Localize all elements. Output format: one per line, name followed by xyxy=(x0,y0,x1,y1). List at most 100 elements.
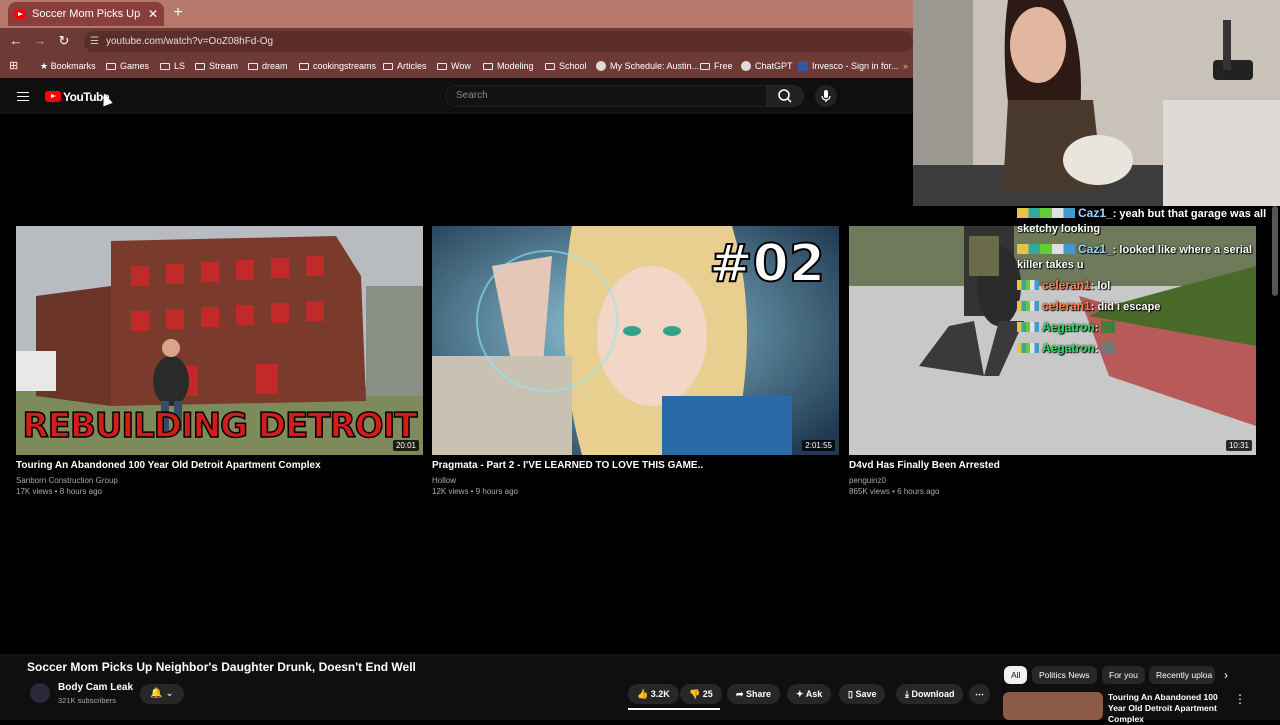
search-icon xyxy=(778,89,792,103)
bookmark-folder[interactable]: cookingstreams xyxy=(299,61,376,71)
channel-avatar[interactable] xyxy=(30,683,50,703)
video-details: Soccer Mom Picks Up Neighbor's Daughter … xyxy=(0,654,1280,724)
bookmark-folder[interactable]: dream xyxy=(248,61,288,71)
like-button[interactable]: 👍 3.2K xyxy=(628,684,679,704)
video-title[interactable]: D4vd Has Finally Been Arrested xyxy=(849,460,1256,471)
endscreen-video-card[interactable]: #02 2:01:55 Pragmata - Part 2 - I'VE LEA… xyxy=(432,226,839,497)
more-bookmarks-icon[interactable]: » xyxy=(903,61,908,71)
more-horizontal-icon: ⋯ xyxy=(975,689,984,699)
dislike-button[interactable]: 👎 25 xyxy=(680,684,722,704)
bookmark-item[interactable]: ★ Bookmarks xyxy=(40,61,96,72)
video-meta: 12K views • 9 hours ago xyxy=(432,487,518,496)
ask-button[interactable]: ✦ Ask xyxy=(787,684,832,704)
subscriber-count: 321K subscribers xyxy=(58,696,116,705)
page-scrollbar[interactable] xyxy=(1272,206,1278,296)
bookmark-folder[interactable]: Wow xyxy=(437,61,471,71)
bookmark-folder[interactable]: Modeling xyxy=(483,61,534,71)
bookmark-item[interactable]: Invesco - Sign in for... xyxy=(798,61,899,71)
menu-icon[interactable] xyxy=(17,92,29,101)
close-tab-icon[interactable]: ✕ xyxy=(148,7,158,21)
folder-icon xyxy=(700,63,710,70)
url-field[interactable]: ☰ youtube.com/watch?v=OoZ08hFd-Og xyxy=(84,31,913,52)
star-icon: ★ xyxy=(40,61,51,71)
folder-icon xyxy=(160,63,170,70)
endscreen-video-card[interactable]: REBUILDING DETROIT 20:01 Touring An Aban… xyxy=(16,226,423,497)
thumbs-up-icon: 👍 xyxy=(637,689,651,699)
chat-message: Caz1_: yeah but that garage was all sket… xyxy=(1017,206,1267,235)
video-thumbnail[interactable]: #02 2:01:55 xyxy=(432,226,839,455)
youtube-favicon-icon xyxy=(14,9,26,19)
video-title[interactable]: Touring An Abandoned 100 Year Old Detroi… xyxy=(16,460,423,471)
more-vertical-icon[interactable]: ⋮ xyxy=(1234,692,1246,706)
save-button[interactable]: ▯ Save xyxy=(839,684,886,704)
search-input[interactable]: Search xyxy=(445,85,767,107)
voice-search-button[interactable] xyxy=(815,85,837,107)
video-title[interactable]: Pragmata - Part 2 - I'VE LEARNED TO LOVE… xyxy=(432,460,839,471)
video-duration: 10:31 xyxy=(1225,440,1252,451)
forward-icon[interactable]: → xyxy=(32,33,48,48)
folder-icon xyxy=(248,63,258,70)
video-thumbnail[interactable]: REBUILDING DETROIT 20:01 xyxy=(16,226,423,455)
video-title: Soccer Mom Picks Up Neighbor's Daughter … xyxy=(27,660,416,674)
bookmark-folder[interactable]: LS xyxy=(160,61,185,71)
bookmark-folder[interactable]: Free xyxy=(700,61,733,71)
webcam-feed-image xyxy=(913,0,1280,206)
chip-politics-news[interactable]: Politics News xyxy=(1032,666,1097,684)
like-ratio-bar xyxy=(628,708,720,710)
new-tab-icon[interactable]: + xyxy=(170,5,186,21)
search-button[interactable] xyxy=(767,85,804,107)
browser-tab-strip: Soccer Mom Picks Up Neighbo ✕ + xyxy=(0,0,913,28)
chip-recently-uploaded[interactable]: Recently uploa xyxy=(1149,666,1215,684)
browser-tab[interactable]: Soccer Mom Picks Up Neighbo ✕ xyxy=(8,2,164,26)
chat-message: Aegatron: xyxy=(1017,320,1280,336)
chat-badges-icon xyxy=(1017,343,1039,353)
reload-icon[interactable]: ↻ xyxy=(56,33,72,49)
video-duration: 2:01:55 xyxy=(802,440,835,451)
channel-name[interactable]: Hollow xyxy=(432,475,839,486)
chat-message: celeran1: did i escape xyxy=(1017,299,1280,315)
bookmark-folder[interactable]: Articles xyxy=(383,61,427,71)
bookmark-item[interactable]: ChatGPT xyxy=(741,61,793,71)
channel-name[interactable]: penguinz0 xyxy=(849,475,1256,486)
chevron-right-icon[interactable]: › xyxy=(1224,668,1228,682)
bookmark-folder[interactable]: School xyxy=(545,61,587,71)
emote-icon xyxy=(1101,342,1116,354)
channel-name[interactable]: Body Cam Leak xyxy=(58,682,133,693)
globe-icon xyxy=(596,61,606,71)
invesco-icon xyxy=(798,61,808,71)
more-actions-button[interactable]: ⋯ xyxy=(969,684,990,704)
bookmark-folder[interactable]: Games xyxy=(106,61,149,71)
youtube-logo-icon[interactable] xyxy=(45,91,61,102)
chip-all[interactable]: All xyxy=(1004,666,1028,684)
youtube-header: YouTube Search xyxy=(0,78,913,114)
bookmark-item[interactable]: My Schedule: Austin... xyxy=(596,61,699,71)
chevron-down-icon: ⌄ xyxy=(165,688,174,699)
site-info-icon[interactable]: ☰ xyxy=(90,31,99,52)
chat-badges-icon xyxy=(1017,280,1039,290)
thumbnail-overlay-text: #02 xyxy=(708,233,826,295)
chat-message: celeran1: lol xyxy=(1017,278,1280,294)
chat-badges-icon xyxy=(1017,244,1075,254)
download-button[interactable]: ⤓ Download xyxy=(896,684,964,704)
sparkle-icon: ✦ xyxy=(796,689,806,699)
bookmark-folder[interactable]: Stream xyxy=(195,61,238,71)
notification-bell-button[interactable]: 🔔 ⌄ xyxy=(140,684,184,704)
stream-chat-overlay: Caz1_: yeah but that garage was all sket… xyxy=(1017,206,1280,386)
up-next-thumbnail[interactable] xyxy=(1003,692,1103,720)
url-text: youtube.com/watch?v=OoZ08hFd-Og xyxy=(106,36,274,47)
chat-message: Caz1_: looked like where a serial killer… xyxy=(1017,242,1253,271)
chip-for-you[interactable]: For you xyxy=(1102,666,1145,684)
share-button[interactable]: ➦ Share xyxy=(727,684,781,704)
folder-icon xyxy=(483,63,493,70)
chat-badges-icon xyxy=(1017,322,1039,332)
channel-name[interactable]: Sanborn Construction Group xyxy=(16,475,423,486)
share-icon: ➦ xyxy=(736,689,747,699)
address-toolbar: ← → ↻ ☰ youtube.com/watch?v=OoZ08hFd-Og xyxy=(0,28,913,55)
apps-grid-icon[interactable]: ⊞ xyxy=(9,59,18,72)
folder-icon xyxy=(437,63,447,70)
video-duration: 20:01 xyxy=(392,440,419,451)
bookmarks-bar: ⊞ ★ Bookmarks Games LS Stream dream cook… xyxy=(0,55,913,78)
back-icon[interactable]: ← xyxy=(8,33,24,48)
streamer-webcam xyxy=(913,0,1280,206)
up-next-title[interactable]: Touring An Abandoned 100 Year Old Detroi… xyxy=(1108,692,1233,725)
